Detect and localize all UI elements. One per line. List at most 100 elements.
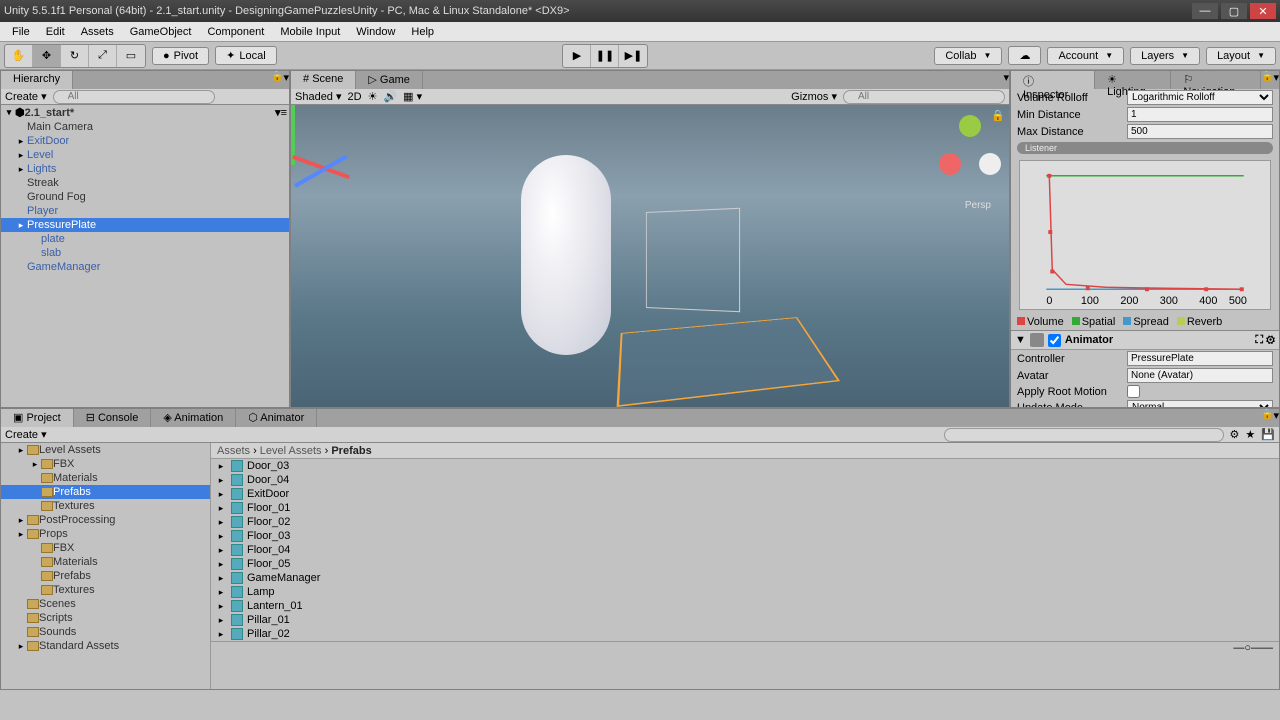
cloud-button[interactable]: ☁	[1008, 46, 1041, 65]
play-button[interactable]: ▶	[563, 45, 591, 67]
hierarchy-item[interactable]: slab	[1, 246, 289, 260]
avatar-field[interactable]	[1127, 368, 1273, 383]
axis-x-cone[interactable]	[939, 153, 961, 175]
hierarchy-search[interactable]	[53, 90, 215, 104]
menu-component[interactable]: Component	[199, 24, 272, 40]
asset-item[interactable]: ▸Floor_03	[211, 529, 1279, 543]
asset-item[interactable]: ▸Pillar_02	[211, 627, 1279, 641]
project-create[interactable]: Create ▾	[5, 428, 47, 441]
gizmos-dropdown[interactable]: Gizmos ▾	[791, 90, 837, 103]
hand-tool[interactable]: ✋	[5, 45, 33, 67]
fx-icon[interactable]: ▦ ▾	[403, 90, 422, 103]
asset-item[interactable]: ▸Floor_02	[211, 515, 1279, 529]
panel-menu-icon[interactable]: ▾	[283, 71, 289, 89]
folder-item[interactable]: Textures	[1, 583, 210, 597]
hierarchy-create[interactable]: Create ▾	[5, 90, 47, 103]
layout-dropdown[interactable]: Layout▼	[1206, 47, 1276, 65]
rolloff-curve[interactable]: 0100200300400500	[1019, 160, 1271, 310]
asset-item[interactable]: ▸Floor_05	[211, 557, 1279, 571]
pause-button[interactable]: ❚❚	[591, 45, 619, 67]
asset-item[interactable]: ▸Lamp	[211, 585, 1279, 599]
mode-2d-toggle[interactable]: 2D	[348, 91, 362, 103]
maximize-button[interactable]: ▢	[1221, 3, 1247, 19]
rect-tool[interactable]: ▭	[117, 45, 145, 67]
save-icon[interactable]: 💾	[1261, 428, 1275, 441]
favorite-icon[interactable]: ★	[1245, 428, 1255, 441]
controller-field[interactable]	[1127, 351, 1273, 366]
animator-enabled[interactable]	[1048, 334, 1061, 347]
menu-gameobject[interactable]: GameObject	[122, 24, 200, 40]
scene-search[interactable]	[843, 90, 1005, 104]
layers-dropdown[interactable]: Layers▼	[1130, 47, 1200, 65]
minimize-button[interactable]: —	[1192, 3, 1218, 19]
folder-item[interactable]: Materials	[1, 471, 210, 485]
folder-item[interactable]: Textures	[1, 499, 210, 513]
folder-item[interactable]: ▸ Level Assets	[1, 443, 210, 457]
hierarchy-item[interactable]: GameManager	[1, 260, 289, 274]
animator-tab[interactable]: ⬡ Animator	[236, 409, 317, 427]
audio-icon[interactable]: 🔊	[383, 90, 397, 103]
inspector-tab[interactable]: ⓘ Inspector	[1011, 71, 1095, 89]
scene-row[interactable]: ▾⬢ 2.1_start* ▾≡	[1, 105, 289, 120]
project-tab[interactable]: ▣ Project	[1, 409, 74, 427]
volume-rolloff-select[interactable]: Logarithmic Rolloff	[1127, 90, 1273, 105]
account-dropdown[interactable]: Account▼	[1047, 47, 1124, 65]
folder-item[interactable]: Scripts	[1, 611, 210, 625]
asset-item[interactable]: ▸Lantern_01	[211, 599, 1279, 613]
axis-y-cone[interactable]	[959, 115, 981, 137]
menu-edit[interactable]: Edit	[38, 24, 73, 40]
lock-icon[interactable]: 🔒	[1261, 71, 1273, 89]
folder-item[interactable]: Prefabs	[1, 485, 210, 499]
menu-assets[interactable]: Assets	[73, 24, 122, 40]
hierarchy-item[interactable]: Player	[1, 204, 289, 218]
min-distance-input[interactable]	[1127, 107, 1273, 122]
asset-item[interactable]: ▸Door_04	[211, 473, 1279, 487]
hierarchy-item[interactable]: Streak	[1, 176, 289, 190]
update-mode-select[interactable]: Normal	[1127, 400, 1273, 408]
lock-icon[interactable]: 🔒	[1261, 409, 1273, 427]
axis-z-cone[interactable]	[979, 153, 1001, 175]
panel-menu-icon[interactable]: ▾	[1273, 71, 1279, 89]
menu-file[interactable]: File	[4, 24, 38, 40]
scene-lock-icon[interactable]: 🔒	[991, 109, 1005, 122]
menu-help[interactable]: Help	[403, 24, 442, 40]
move-tool[interactable]: ✥	[33, 45, 61, 67]
asset-item[interactable]: ▸Floor_01	[211, 501, 1279, 515]
folder-item[interactable]: Prefabs	[1, 569, 210, 583]
folder-item[interactable]: Sounds	[1, 625, 210, 639]
folder-item[interactable]: ▸ PostProcessing	[1, 513, 210, 527]
hierarchy-item[interactable]: ▸Lights	[1, 162, 289, 176]
hierarchy-item[interactable]: plate	[1, 232, 289, 246]
scene-view[interactable]: Persp 🔒	[291, 105, 1009, 407]
asset-item[interactable]: ▸ExitDoor	[211, 487, 1279, 501]
max-distance-input[interactable]	[1127, 124, 1273, 139]
project-search[interactable]	[944, 428, 1224, 442]
lighting-tab[interactable]: ☀ Lighting	[1095, 71, 1171, 89]
collab-dropdown[interactable]: Collab▼	[934, 47, 1002, 65]
panel-menu-icon[interactable]: ▾	[1003, 71, 1009, 89]
scene-tab[interactable]: # Scene	[291, 71, 356, 89]
panel-menu-icon[interactable]: ▾	[1273, 409, 1279, 427]
folder-item[interactable]: Materials	[1, 555, 210, 569]
game-tab[interactable]: ▷ Game	[356, 71, 422, 89]
shading-dropdown[interactable]: Shaded ▾	[295, 90, 342, 103]
apply-root-checkbox[interactable]	[1127, 385, 1140, 398]
local-toggle[interactable]: ✦ Local	[215, 46, 277, 65]
menu-mobile-input[interactable]: Mobile Input	[272, 24, 348, 40]
navigation-tab[interactable]: ⚐ Navigation	[1171, 71, 1261, 89]
asset-item[interactable]: ▸Floor_04	[211, 543, 1279, 557]
close-button[interactable]: ✕	[1250, 3, 1276, 19]
hierarchy-item[interactable]: ▸Level	[1, 148, 289, 162]
animation-tab[interactable]: ◈ Animation	[151, 409, 236, 427]
breadcrumb[interactable]: Assets › Level Assets › Prefabs	[211, 443, 1279, 459]
hierarchy-item[interactable]: Main Camera	[1, 120, 289, 134]
menu-window[interactable]: Window	[348, 24, 403, 40]
hierarchy-item[interactable]: Ground Fog	[1, 190, 289, 204]
folder-item[interactable]: ▸ FBX	[1, 457, 210, 471]
pivot-toggle[interactable]: ● Pivot	[152, 47, 209, 65]
console-tab[interactable]: ⊟ Console	[74, 409, 152, 427]
animator-component[interactable]: ▼Animator⛶ ⚙	[1011, 330, 1279, 350]
hierarchy-item[interactable]: ▸ExitDoor	[1, 134, 289, 148]
folder-item[interactable]: Scenes	[1, 597, 210, 611]
slider-handle[interactable]: —○——	[1233, 642, 1273, 655]
